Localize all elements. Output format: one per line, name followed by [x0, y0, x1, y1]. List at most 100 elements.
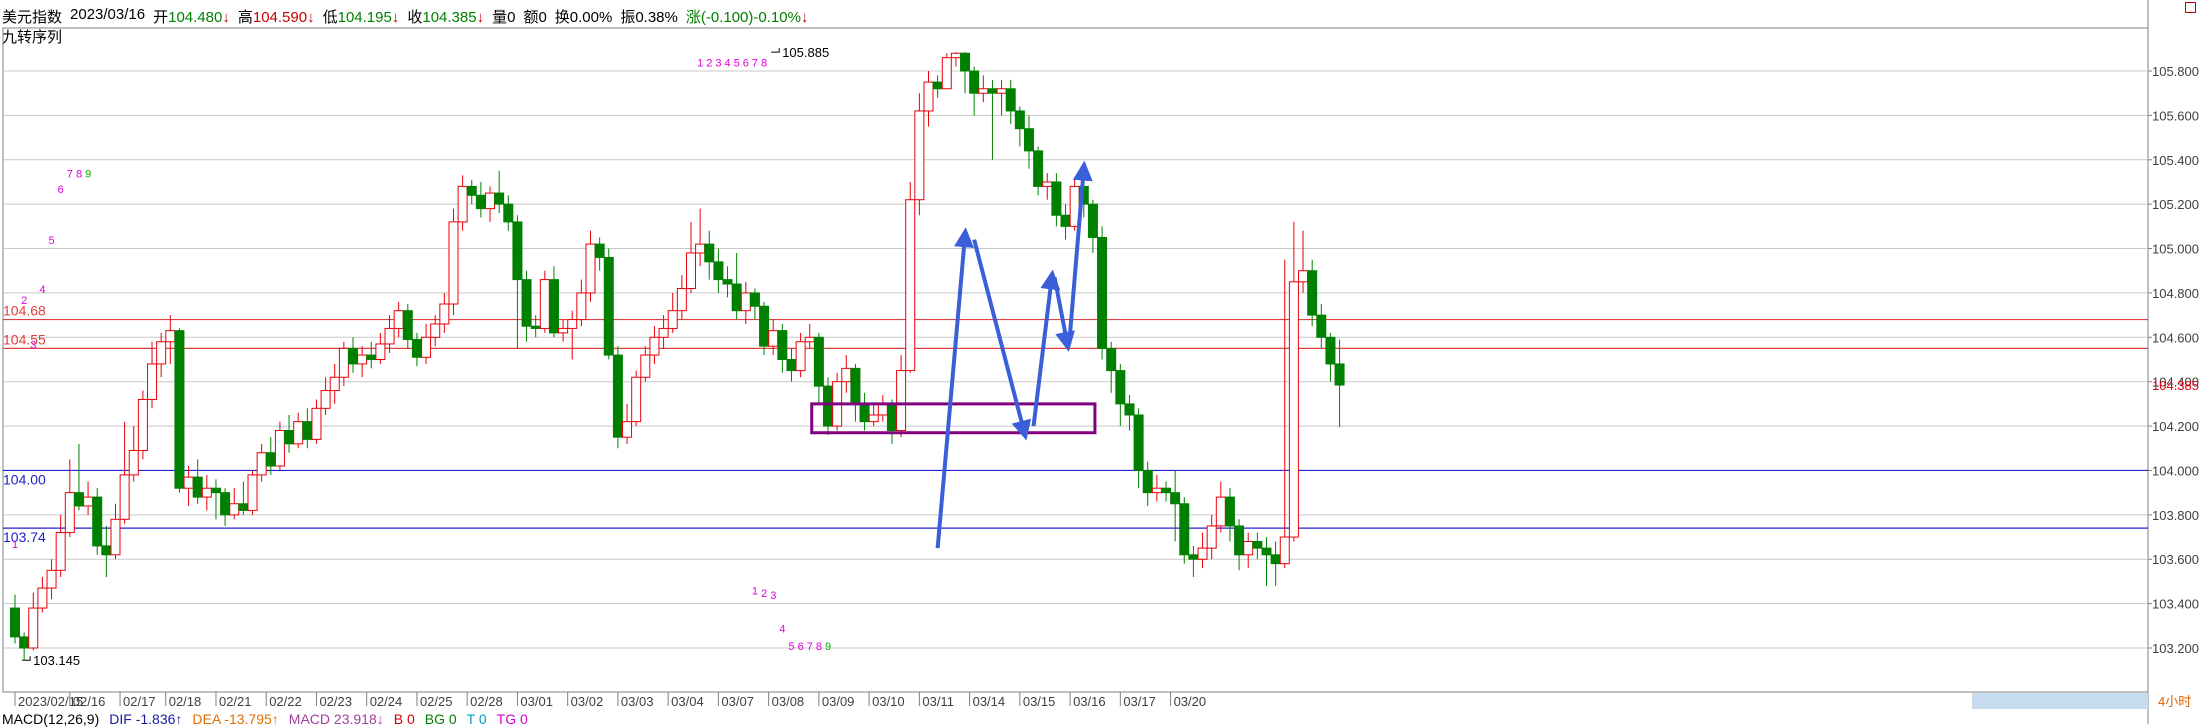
candle-body	[1325, 336, 1336, 365]
candlestick-chart[interactable]: 103.200 103.400 103.600 103.800 104.000 104.2…	[0, 0, 2200, 724]
candle-body	[804, 336, 815, 343]
candle-body	[92, 496, 103, 547]
candle-body	[749, 292, 760, 307]
candle-body	[713, 261, 724, 281]
x-tick-label: 03/15	[1023, 694, 1056, 709]
candle-body	[649, 336, 660, 356]
candle-body	[841, 367, 852, 383]
y-tick-label: 103.800	[2152, 508, 2199, 523]
candle-body	[311, 407, 322, 440]
candle-body	[1279, 536, 1290, 565]
candle-body	[247, 474, 258, 511]
candle-body	[329, 376, 340, 392]
candle-body	[585, 243, 596, 294]
extreme-label: 103.145	[33, 653, 80, 668]
x-tick-label: 03/08	[772, 694, 805, 709]
candle-body	[238, 503, 249, 511]
candle-body	[539, 279, 550, 329]
candle-body	[192, 476, 203, 498]
candle-body	[37, 587, 48, 609]
candle-body	[1033, 150, 1044, 187]
candle-body	[1316, 314, 1327, 338]
candle-body	[1042, 181, 1053, 187]
candle-body	[530, 325, 541, 329]
x-tick-label: 03/07	[721, 694, 754, 709]
candle-body	[10, 607, 20, 638]
candle-body	[1142, 469, 1153, 494]
candle-body	[1087, 203, 1098, 238]
td-sequence-number: 4	[39, 284, 45, 296]
y-tick-label: 105.600	[2152, 108, 2199, 123]
candle-body	[1124, 403, 1135, 416]
candle-body	[823, 385, 834, 427]
y-tick-label: 105.400	[2152, 153, 2199, 168]
candle-body	[1224, 496, 1235, 527]
candle-body	[83, 496, 94, 507]
candle-body	[969, 70, 980, 94]
candle-body	[1161, 487, 1172, 494]
td-sequence-number: 7	[752, 58, 758, 70]
x-tick-label: 03/16	[1073, 694, 1106, 709]
extreme-label: 105.885	[782, 45, 829, 60]
candle-body	[137, 398, 148, 451]
y-tick-label: 105.800	[2152, 64, 2199, 79]
candle-body	[375, 343, 386, 361]
macd-tg: TG 0	[496, 711, 528, 727]
candle-body	[768, 330, 779, 347]
candle-body	[73, 492, 84, 507]
candle-body	[357, 354, 368, 365]
candle-body	[1151, 487, 1162, 494]
candle-body	[1307, 270, 1318, 316]
candle-body	[494, 192, 505, 205]
candle-body	[941, 57, 952, 90]
td-sequence-number: 8	[761, 58, 767, 70]
period-label: 4小时	[2158, 694, 2191, 709]
td-sequence-number: 2	[706, 58, 712, 70]
x-tick-label: 03/03	[621, 694, 654, 709]
candle-body	[110, 518, 121, 556]
candle-body	[594, 243, 605, 258]
y-tick-label: 104.000	[2152, 463, 2199, 478]
y-tick-label: 103.400	[2152, 597, 2199, 612]
candle-body	[1133, 414, 1144, 471]
candle-body	[1197, 547, 1208, 560]
candle-body	[685, 252, 696, 289]
td-sequence-number: 5	[734, 58, 740, 70]
candle-body	[676, 287, 687, 312]
candle-body	[886, 403, 897, 432]
candle-body	[347, 347, 358, 365]
candle-body	[229, 503, 240, 516]
candle-body	[795, 341, 806, 372]
candle-body	[1243, 540, 1254, 556]
candle-body	[896, 370, 907, 432]
x-tick-label: 02/24	[370, 694, 403, 709]
candle-body	[740, 292, 751, 312]
td-sequence-number: 1	[752, 586, 758, 598]
candle-body	[1206, 525, 1217, 549]
candle-body	[1014, 110, 1025, 130]
candle-body	[612, 354, 623, 438]
extreme-marker	[22, 656, 31, 661]
candle-body	[695, 243, 706, 254]
candle-body	[101, 545, 112, 556]
x-tick-label: 03/20	[1174, 694, 1207, 709]
td-sequence-number: 3	[30, 339, 36, 351]
candle-body	[265, 452, 276, 467]
candle-body	[466, 185, 477, 196]
candle-body	[759, 305, 770, 347]
x-tick-label: 03/11	[922, 694, 954, 709]
x-tick-label: 03/09	[822, 694, 855, 709]
candle-body	[210, 487, 221, 494]
candle-body	[174, 330, 185, 489]
macd-value: MACD 23.918↓	[288, 711, 384, 727]
td-sequence-number: 3	[770, 590, 776, 602]
extreme-marker	[771, 48, 780, 53]
candle-body	[1115, 370, 1126, 405]
candle-body	[156, 341, 167, 365]
forecast-arrow	[935, 227, 974, 549]
period-highlight	[1972, 693, 2148, 709]
x-tick-label: 03/01	[520, 694, 553, 709]
td-sequence-number: 4	[725, 58, 731, 70]
candle-body	[1106, 347, 1117, 372]
td-sequence-number: 9	[85, 169, 91, 181]
